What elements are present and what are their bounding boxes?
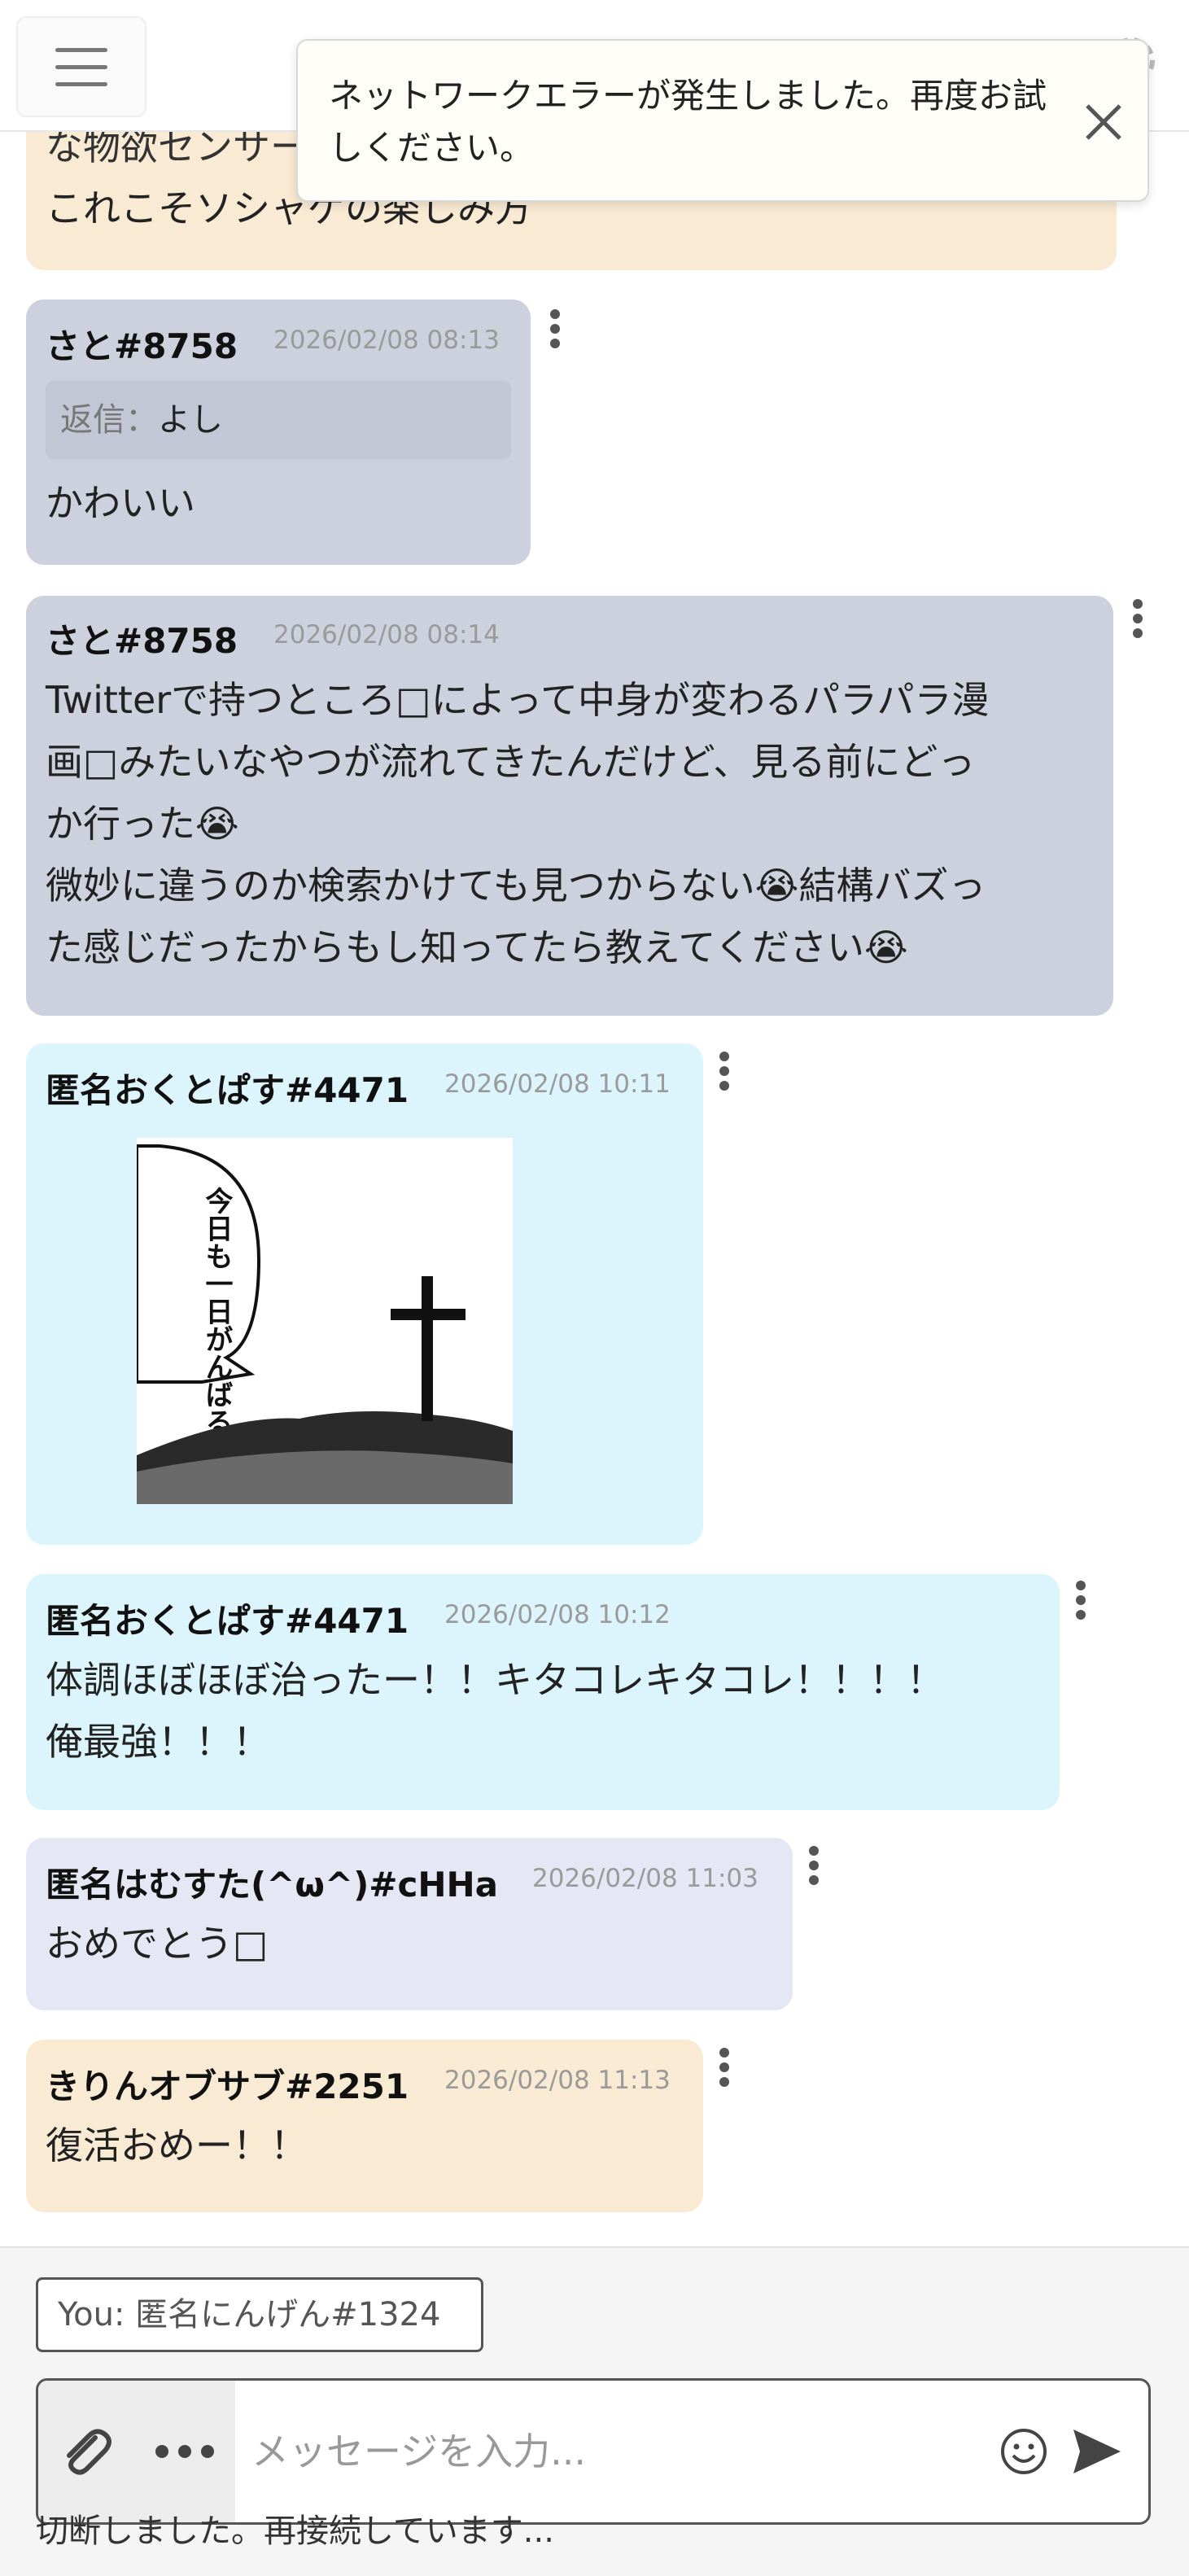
message-menu-icon[interactable] bbox=[545, 304, 565, 353]
toast-message: ネットワークエラーが発生しました。再度お試しください。 bbox=[329, 76, 1047, 168]
message-text: た感じだったからもし知ってたら教えてください😭 bbox=[46, 925, 908, 969]
error-toast: ネットワークエラーが発生しました。再度お試しください。 bbox=[296, 39, 1149, 202]
reply-label: 返信： bbox=[60, 401, 158, 439]
message-menu-icon[interactable] bbox=[1128, 594, 1147, 643]
message-bubble: さと#8758 2026/02/08 08:14 Twitterで持つところ□に… bbox=[26, 596, 1113, 1016]
menu-icon[interactable] bbox=[16, 16, 146, 117]
message-bubble: きりんオブサブ#2251 2026/02/08 11:13 復活おめー！！ bbox=[26, 2040, 703, 2212]
timestamp: 2026/02/08 10:11 bbox=[444, 1069, 671, 1099]
message-text: Twitterで持つところ□によって中身が変わるパラパラ漫 bbox=[46, 678, 990, 722]
timestamp: 2026/02/08 08:13 bbox=[273, 326, 500, 355]
composer: You: 匿名にんげん#1324 切断しました。再接続しています... bbox=[0, 2246, 1189, 2576]
author-name[interactable]: 匿名おくとぱす#4471 bbox=[46, 1594, 409, 1643]
timestamp: 2026/02/08 11:13 bbox=[444, 2066, 671, 2095]
message-bubble: 匿名はむすた(^ω^)#cHHa 2026/02/08 11:03 おめでとう□ bbox=[26, 1838, 793, 2010]
author-name[interactable]: さと#8758 bbox=[46, 614, 238, 663]
timestamp: 2026/02/08 11:03 bbox=[532, 1864, 758, 1893]
message-text: おめでとう□ bbox=[46, 1922, 269, 1966]
message-text: か行った😭 bbox=[46, 802, 239, 846]
message-feed[interactable]: な物欲センサーとかほし治から脱却する これこそソシャゲの楽しみ方 さと#8758… bbox=[0, 0, 1189, 2246]
message-text: 画□みたいなやつが流れてきたんだけど、見る前にどっ bbox=[46, 740, 976, 784]
message-input[interactable] bbox=[251, 2381, 984, 2522]
message-text: かわいい bbox=[46, 481, 195, 525]
author-name[interactable]: 匿名おくとぱす#4471 bbox=[46, 1063, 409, 1113]
send-icon[interactable] bbox=[1070, 2426, 1124, 2477]
message-bubble: さと#8758 2026/02/08 08:13 返信：よし かわいい bbox=[26, 300, 531, 565]
reply-target: よし bbox=[158, 401, 223, 439]
author-name[interactable]: さと#8758 bbox=[46, 319, 238, 369]
emoji-icon[interactable] bbox=[999, 2426, 1049, 2477]
attached-image[interactable]: 今日も一日がんばるぞい！ bbox=[137, 1138, 513, 1504]
message-bubble: 匿名おくとぱす#4471 2026/02/08 10:12 体調ほぼほぼ治ったー… bbox=[26, 1574, 1060, 1810]
message-input-bar bbox=[36, 2378, 1151, 2525]
user-identity-button[interactable]: You: 匿名にんげん#1324 bbox=[36, 2277, 483, 2352]
message-text: 復活おめー！！ bbox=[46, 2123, 308, 2167]
reply-quote[interactable]: 返信：よし bbox=[46, 381, 511, 459]
close-icon[interactable] bbox=[1079, 98, 1128, 147]
author-name[interactable]: 匿名はむすた(^ω^)#cHHa bbox=[46, 1857, 498, 1907]
message-text: 体調ほぼほぼ治ったー！！キタコレキタコレ！！！！ bbox=[46, 1658, 944, 1702]
connection-status: 切断しました。再接続しています... bbox=[36, 2513, 554, 2550]
message-menu-icon[interactable] bbox=[804, 1841, 824, 1890]
message-menu-icon[interactable] bbox=[715, 2043, 734, 2092]
message-bubble: 匿名おくとぱす#4471 2026/02/08 10:11 今日も一日がんばるぞ… bbox=[26, 1043, 703, 1545]
more-icon[interactable] bbox=[152, 2439, 217, 2464]
input-tools bbox=[38, 2381, 235, 2522]
message-menu-icon[interactable] bbox=[1071, 1576, 1091, 1625]
message-menu-icon[interactable] bbox=[715, 1047, 734, 1096]
message-text: 俺最強！！！ bbox=[46, 1720, 270, 1764]
attach-icon[interactable] bbox=[56, 2423, 115, 2482]
message-text: 微妙に違うのか検索かけても見つからない😭結構バズっ bbox=[46, 864, 986, 908]
timestamp: 2026/02/08 10:12 bbox=[444, 1600, 671, 1629]
timestamp: 2026/02/08 08:14 bbox=[273, 620, 500, 649]
author-name[interactable]: きりんオブサブ#2251 bbox=[46, 2059, 409, 2109]
